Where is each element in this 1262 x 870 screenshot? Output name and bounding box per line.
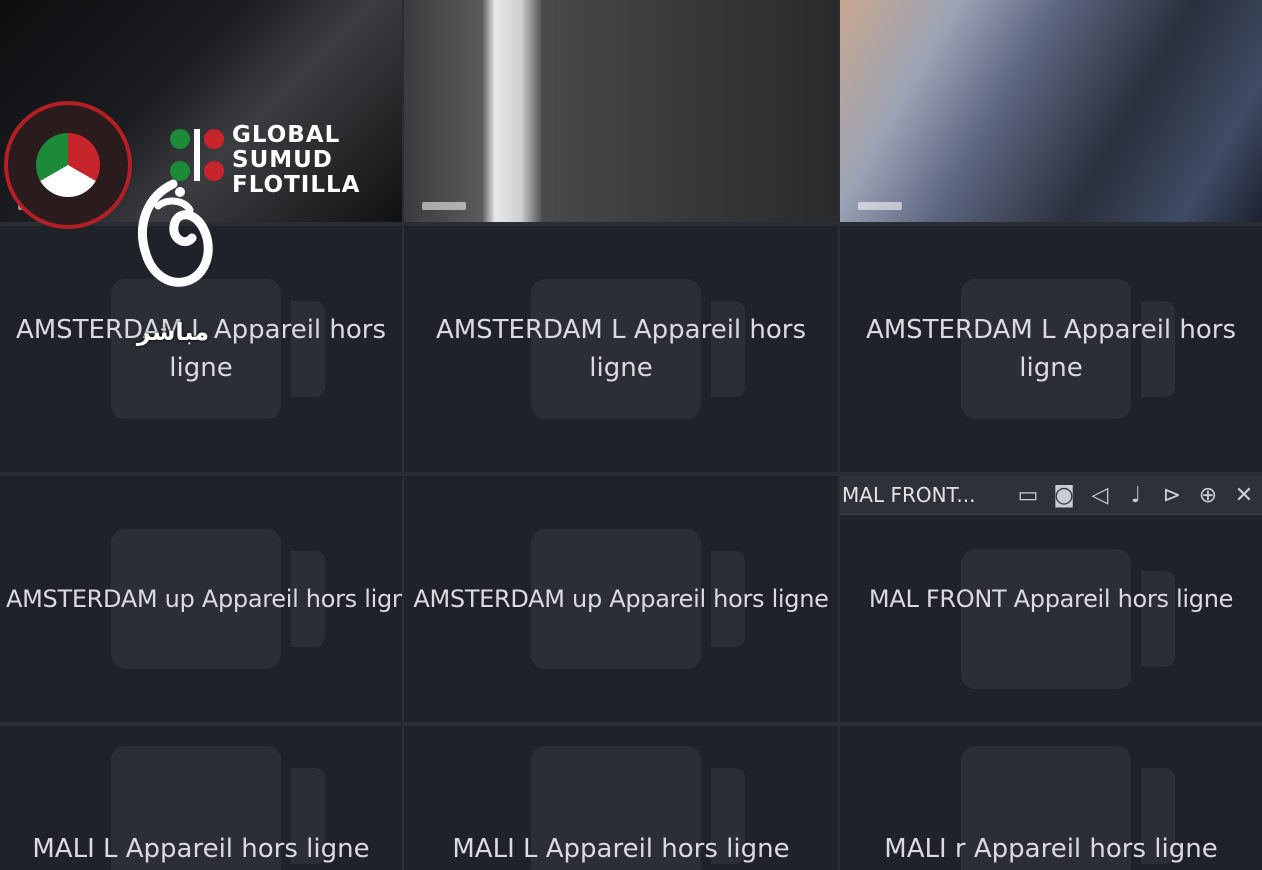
timestamp-overlay [422,202,466,210]
flotilla-line-2: SUMUD [232,147,333,173]
live-feed-2[interactable] [404,0,838,222]
screen-icon[interactable]: ▭ [1010,483,1046,508]
speaker-icon[interactable]: ◁ [1082,483,1118,508]
tile-toolbar-title: MAL FRONT... [842,483,976,507]
offline-label: AMSTERDAM L Appareil hors ligne [865,315,1237,383]
close-icon[interactable]: ✕ [1226,483,1262,508]
offline-label: MALI L Appareil hors ligne [32,834,370,864]
offline-tile[interactable]: AMSTERDAM up Appareil hors ligne [0,476,402,722]
flotilla-emblem-icon [4,101,132,229]
offline-label: AMSTERDAM up Appareil hors ligne [6,585,402,613]
timestamp-overlay [858,202,902,210]
flotilla-line-1: GLOBAL [232,122,341,148]
camera-icon[interactable]: ◙ [1046,483,1082,508]
live-feed-3[interactable] [840,0,1262,222]
channel-logo: مباشر [118,176,228,346]
offline-label: AMSTERDAM up Appareil hors ligne [413,585,829,613]
selected-offline-tile[interactable]: MAL FRONT... ▭ ◙ ◁ ♩ ⊳ ⊕ ✕ MAL FRONT App… [840,476,1262,722]
camera-placeholder-icon [961,548,1175,689]
offline-label: AMSTERDAM L Appareil hors ligne [435,315,807,383]
offline-tile[interactable]: MALI L Appareil hors ligne [0,726,402,870]
offline-label: MALI r Appareil hors ligne [884,834,1218,864]
offline-tile[interactable]: AMSTERDAM up Appareil hors ligne [404,476,838,722]
channel-logo-icon [138,179,213,287]
play-icon[interactable]: ⊳ [1154,483,1190,508]
flotilla-wordmark: GLOBAL SUMUD FLOTILLA [232,123,360,198]
flotilla-mark-icon [170,129,224,181]
offline-label: MALI L Appareil hors ligne [452,834,790,864]
channel-logo-subtitle: مباشر [136,318,210,346]
microphone-icon[interactable]: ♩ [1118,483,1154,508]
tile-toolbar: MAL FRONT... ▭ ◙ ◁ ♩ ⊳ ⊕ ✕ [840,476,1262,515]
offline-label: MAL FRONT Appareil hors ligne [868,585,1234,613]
offline-tile[interactable]: MALI L Appareil hors ligne [404,726,838,870]
offline-tile[interactable]: MALI r Appareil hors ligne [840,726,1262,870]
zoom-in-icon[interactable]: ⊕ [1190,483,1226,508]
flotilla-line-3: FLOTILLA [232,172,361,198]
offline-tile[interactable]: AMSTERDAM L Appareil hors ligne [840,226,1262,472]
offline-tile[interactable]: AMSTERDAM L Appareil hors ligne [404,226,838,472]
